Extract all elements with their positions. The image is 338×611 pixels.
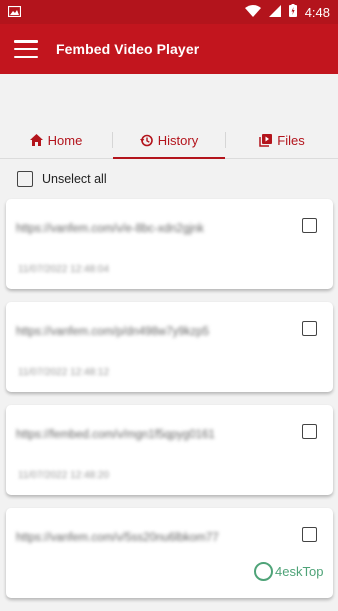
history-url: https://vanfem.com/v/5ss20nu6lbkom77 bbox=[16, 532, 219, 544]
list-item[interactable]: https://vanfem.com/p/dn498w7y9kzp5 11/07… bbox=[6, 302, 333, 392]
history-icon bbox=[139, 134, 153, 147]
item-checkbox[interactable] bbox=[302, 527, 317, 542]
history-list: https://vanfem.com/v/e-8bc-xdn2gjnk 11/0… bbox=[6, 199, 333, 611]
tab-files-label: Files bbox=[277, 132, 305, 148]
tab-history-label: History bbox=[157, 132, 199, 148]
menu-icon[interactable] bbox=[14, 40, 38, 58]
cell-signal-icon bbox=[268, 4, 281, 20]
list-item[interactable]: https://vanfem.com/v/5ss20nu6lbkom77 bbox=[6, 508, 333, 598]
history-date: 11/07/2022 12:48:04 bbox=[18, 264, 110, 275]
image-notification-icon bbox=[7, 5, 22, 20]
tab-home-label: Home bbox=[47, 132, 83, 148]
wifi-icon bbox=[244, 4, 261, 20]
tab-files[interactable]: Files bbox=[226, 122, 338, 158]
files-icon bbox=[259, 133, 273, 147]
history-url: https://fembed.com/v/mgn1f5qpyg0161 bbox=[16, 429, 215, 441]
history-date: 11/07/2022 12:48:20 bbox=[18, 470, 110, 481]
history-url: https://vanfem.com/v/e-8bc-xdn2gjnk bbox=[16, 223, 204, 235]
item-checkbox[interactable] bbox=[302, 321, 317, 336]
tab-history[interactable]: History bbox=[113, 122, 225, 159]
history-date: 11/07/2022 12:48:12 bbox=[18, 367, 110, 378]
history-url: https://vanfem.com/p/dn498w7y9kzp5 bbox=[16, 326, 210, 338]
status-bar: 4:48 bbox=[0, 0, 338, 24]
item-checkbox[interactable] bbox=[302, 218, 317, 233]
unselect-all-checkbox[interactable]: Unselect all bbox=[17, 171, 107, 187]
list-item[interactable]: https://fembed.com/v/mgn1f5qpyg0161 11/0… bbox=[6, 405, 333, 495]
unselect-all-label: Unselect all bbox=[42, 172, 107, 186]
item-checkbox[interactable] bbox=[302, 424, 317, 439]
app-title: Fembed Video Player bbox=[56, 41, 200, 57]
watermark-logo-icon bbox=[254, 562, 273, 581]
watermark-text: 4eskTop bbox=[275, 564, 324, 579]
tab-bar: Home History Files bbox=[0, 122, 338, 159]
battery-charging-icon bbox=[288, 4, 297, 20]
checkbox-icon bbox=[17, 171, 33, 187]
status-time: 4:48 bbox=[304, 4, 330, 20]
app-bar: Fembed Video Player bbox=[0, 24, 338, 74]
list-item[interactable]: https://vanfem.com/v/e-8bc-xdn2gjnk 11/0… bbox=[6, 199, 333, 289]
tab-home[interactable]: Home bbox=[0, 122, 112, 158]
home-icon bbox=[29, 134, 43, 146]
watermark: 4eskTop bbox=[254, 562, 323, 581]
